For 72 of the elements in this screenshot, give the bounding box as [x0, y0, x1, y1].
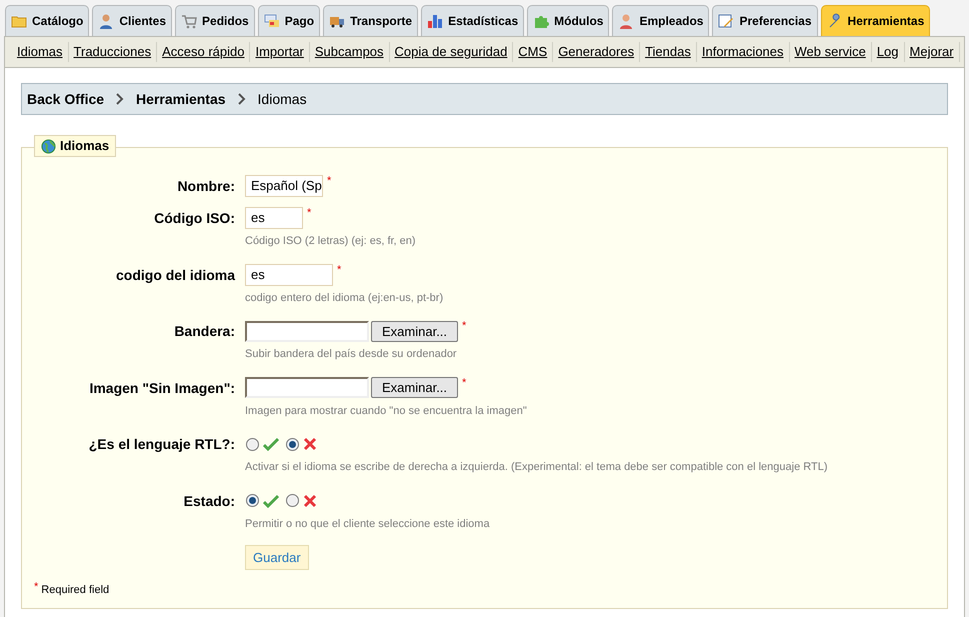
chevron-icon	[238, 93, 246, 105]
subnav-link[interactable]: Web service	[790, 42, 871, 62]
field-label: Código ISO:	[153, 209, 235, 228]
chevron-icon	[116, 93, 124, 105]
field-hint: Activar si el idioma se escribe de derecha a izquierda. (Experimental: el tema debe ser compatible con el lenguaje RTL)	[245, 460, 828, 475]
bar-chart-icon	[427, 13, 444, 29]
text-input[interactable]: es	[245, 264, 333, 286]
browse-button[interactable]: Examinar...	[371, 320, 458, 342]
nav-tab[interactable]: Transporte	[323, 5, 418, 36]
subnav-link[interactable]: Copia de seguridad	[390, 42, 512, 62]
file-input[interactable]	[245, 320, 369, 342]
radio-button[interactable]	[286, 494, 299, 507]
subnav-link[interactable]: Log	[872, 42, 904, 62]
required-mark: *	[337, 264, 342, 276]
radio-button[interactable]	[246, 494, 259, 507]
required-mark: *	[327, 176, 332, 187]
field-hint: codigo entero del idioma (ej:en-us, pt-br)	[245, 290, 444, 306]
subnav-link[interactable]: Generadores	[553, 42, 640, 62]
field-label: Bandera:	[173, 322, 235, 341]
field-label: Imagen "Sin Imagen":	[88, 378, 235, 398]
subnav-link[interactable]: Traducciones	[68, 42, 156, 62]
subnav-link[interactable]: Acceso rápido	[157, 42, 250, 62]
nav-tab[interactable]: Pedidos	[175, 5, 255, 36]
subnav-link[interactable]: Subcampos	[310, 42, 389, 62]
nav-tab[interactable]: Preferencias	[712, 5, 818, 36]
subnav-link[interactable]: Informaciones	[696, 42, 789, 62]
subnav-link[interactable]: CMS	[513, 42, 552, 62]
globe-icon	[41, 138, 56, 154]
subnav-link[interactable]: Importar	[250, 42, 309, 62]
field-hint: Subir bandera del país desde su ordenador	[245, 347, 458, 362]
breadcrumb-item: Idiomas	[258, 90, 307, 108]
text-input[interactable]: es	[245, 207, 303, 229]
person-icon	[618, 13, 634, 29]
radio-button[interactable]	[286, 438, 299, 450]
save-button[interactable]: Guardar	[245, 545, 309, 570]
field-label: Estado:	[182, 492, 235, 510]
person-icon	[98, 13, 114, 29]
field-label: codigo del idioma	[114, 266, 235, 285]
breadcrumb-item[interactable]: Herramientas	[136, 88, 226, 110]
nav-tab[interactable]: Herramientas	[820, 5, 930, 36]
subnav-link[interactable]: Idiomas	[12, 42, 68, 62]
required-mark: *	[34, 582, 38, 593]
required-mark: *	[307, 208, 312, 219]
text-input[interactable]: Español (Sp	[245, 175, 323, 197]
file-input[interactable]	[245, 377, 369, 398]
check-icon	[263, 494, 279, 508]
cross-icon	[303, 494, 317, 508]
nav-tab[interactable]: Estadísticas	[421, 5, 524, 36]
nav-tab[interactable]: Módulos	[527, 5, 610, 36]
nav-tab[interactable]: Clientes	[92, 5, 172, 36]
check-icon	[263, 437, 279, 451]
radio-button[interactable]	[246, 438, 259, 450]
field-hint: Imagen para mostrar cuando "no se encuentra la imagen"	[245, 404, 527, 418]
pencil-form-icon	[718, 13, 734, 29]
nav-tab[interactable]: Pago	[258, 5, 320, 36]
breadcrumb-item[interactable]: Back Office	[27, 88, 104, 110]
field-label: Nombre:	[176, 177, 235, 196]
required-mark: *	[462, 378, 466, 388]
cart-icon	[181, 13, 198, 29]
nav-tab[interactable]: Empleados	[612, 5, 710, 36]
subnav-link[interactable]: Tiendas	[640, 42, 696, 62]
puzzle-icon	[533, 13, 550, 29]
subnav-link[interactable]: Mejorar	[904, 42, 959, 62]
cross-icon	[303, 437, 317, 451]
required-mark: *	[462, 321, 466, 332]
field-hint: Permitir o no que el cliente seleccione este idioma	[245, 516, 490, 532]
nav-tab[interactable]: Catálogo	[5, 5, 90, 36]
field-hint: Código ISO (2 letras) (ej: es, fr, en)	[245, 234, 416, 249]
field-label: ¿Es el lenguaje RTL?:	[88, 435, 235, 454]
required-note: Required field	[41, 583, 110, 598]
card-icon	[264, 13, 280, 29]
browse-button[interactable]: Examinar...	[371, 377, 458, 398]
